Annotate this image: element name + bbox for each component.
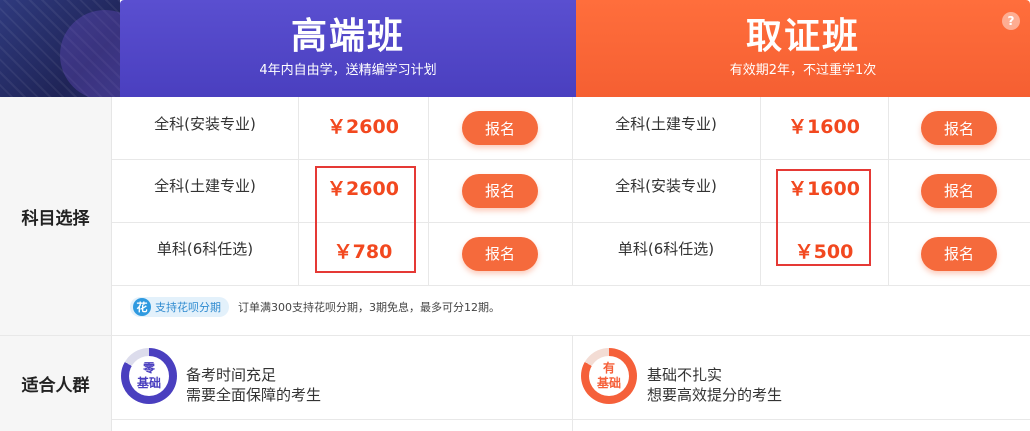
- level-ring-top: 有: [602, 361, 615, 375]
- course-name: 全科(安装专业): [615, 176, 717, 195]
- enroll-button[interactable]: 报名: [462, 236, 538, 271]
- level-ring-badge: 零 基础: [121, 348, 177, 404]
- course-price: ￥1600: [788, 115, 860, 138]
- course-name: 全科(安装专业): [154, 114, 256, 133]
- divider: [0, 335, 1030, 336]
- enroll-button[interactable]: 报名: [921, 111, 997, 145]
- enroll-button[interactable]: 报名: [462, 173, 538, 208]
- huabei-icon: 花: [133, 298, 151, 316]
- audience-line: 想要高效提分的考生: [647, 386, 783, 404]
- level-ring-bottom: 基础: [136, 376, 161, 390]
- course-row-action: 报名: [428, 159, 572, 222]
- course-name: 全科(土建专业): [615, 114, 717, 133]
- price-highlight-box: [776, 169, 871, 266]
- header-corner-decoration: [0, 0, 120, 97]
- course-row-action: 报名: [428, 97, 572, 159]
- course-name: 单科(6科任选): [617, 239, 715, 258]
- course-price: ￥2600: [327, 115, 399, 138]
- audience-line: 备考时间充足: [186, 366, 277, 384]
- help-icon[interactable]: ?: [1002, 12, 1020, 30]
- plan-subtitle: 有效期2年，不过重学1次: [729, 63, 877, 78]
- divider: [112, 419, 1030, 420]
- row-label-subjects: 科目选择: [0, 97, 112, 335]
- level-ring-top: 零: [142, 361, 155, 375]
- enroll-button[interactable]: 报名: [921, 236, 997, 271]
- price-highlight-box: [315, 166, 416, 273]
- audience-line: 基础不扎实: [647, 366, 723, 384]
- course-row-action: 报名: [888, 97, 1030, 159]
- installment-info: 花 支持花呗分期 订单满300支持花呗分期，3期免息，最多可分12期。: [130, 297, 500, 317]
- installment-note: 订单满300支持花呗分期，3期免息，最多可分12期。: [238, 301, 500, 314]
- divider: [572, 335, 573, 431]
- level-ring-label: 零 基础: [129, 356, 169, 396]
- installment-badge-label: 支持花呗分期: [155, 301, 221, 314]
- level-ring-label: 有 基础: [589, 356, 629, 396]
- plan-title: 取证班: [745, 16, 860, 57]
- row-label-audience: 适合人群: [0, 335, 112, 431]
- enroll-button[interactable]: 报名: [921, 173, 997, 208]
- course-row-action: 报名: [888, 222, 1030, 285]
- course-name: 全科(土建专业): [154, 176, 256, 195]
- course-row-action: 报名: [888, 159, 1030, 222]
- level-ring-badge: 有 基础: [581, 348, 637, 404]
- audience-description: 基础不扎实 想要高效提分的考生: [647, 365, 782, 405]
- course-row-action: 报名: [428, 222, 572, 285]
- plan-header-premium: 高端班 4年内自由学，送精编学习计划: [120, 0, 576, 97]
- plan-header-certificate: 取证班 有效期2年，不过重学1次 ?: [576, 0, 1030, 97]
- enroll-button[interactable]: 报名: [462, 111, 538, 145]
- audience-description: 备考时间充足 需要全面保障的考生: [186, 365, 321, 405]
- installment-badge[interactable]: 花 支持花呗分期: [130, 297, 229, 317]
- course-name: 单科(6科任选): [156, 239, 254, 258]
- level-ring-bottom: 基础: [596, 376, 621, 390]
- plan-subtitle: 4年内自由学，送精编学习计划: [259, 63, 437, 78]
- audience-line: 需要全面保障的考生: [186, 386, 322, 404]
- divider: [112, 285, 1030, 286]
- plan-title: 高端班: [290, 16, 405, 57]
